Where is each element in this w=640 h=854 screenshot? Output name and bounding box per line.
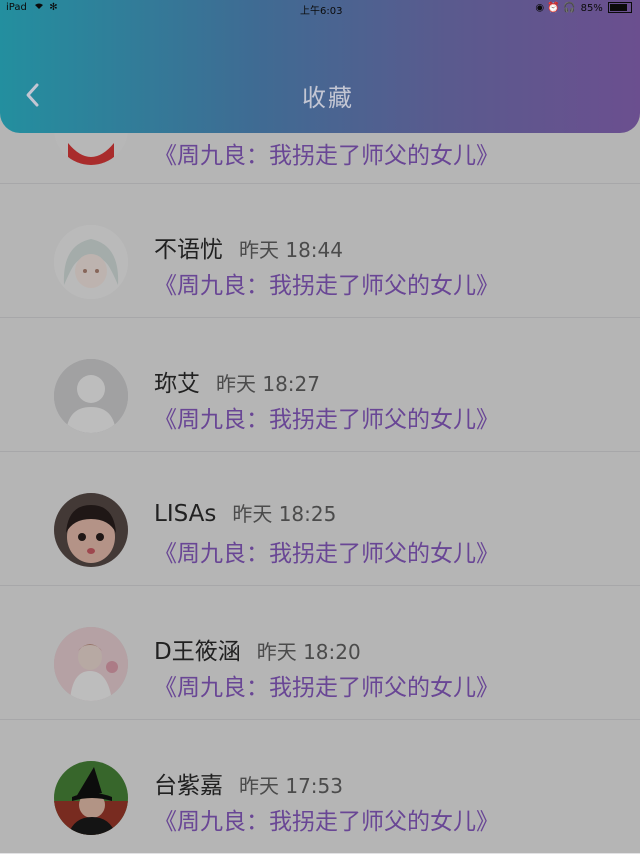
status-left: iPad ✻ [6,2,58,13]
timestamp: 昨天 18:20 [256,640,361,664]
list-item[interactable]: D王筱涵 昨天 18:20 《周九良：我拐走了师父的女儿》 [0,585,640,720]
item-title[interactable]: 《周九良：我拐走了师父的女儿》 [154,534,499,568]
avatar[interactable] [54,225,128,299]
user-name[interactable]: 台紫嘉 [154,773,223,799]
avatar[interactable] [54,761,128,835]
witch-avatar-icon [54,761,128,835]
item-title[interactable]: 《周九良：我拐走了师父的女儿》 [154,400,499,434]
timestamp: 昨天 18:27 [216,372,320,396]
user-name-row: D王筱涵 昨天 18:20 [154,632,361,666]
nav-bar: iPad ✻ 上午6:03 ◉ ⏰ 🎧 85% 收藏 [0,0,640,133]
item-title[interactable]: 《周九良：我拐走了师父的女儿》 [154,668,499,702]
child-avatar-icon [54,493,128,567]
status-right: ◉ ⏰ 🎧 85% [535,2,632,14]
battery-percent: 85% [580,2,603,14]
status-bar: iPad ✻ 上午6:03 ◉ ⏰ 🎧 85% [0,0,640,18]
timestamp: 昨天 17:53 [239,774,343,798]
avatar[interactable] [54,359,128,433]
lock-rotation-icon: ◉ [535,2,545,14]
list-item[interactable]: LISAs 昨天 18:25 《周九良：我拐走了师父的女儿》 [0,451,640,586]
list-item[interactable]: 台紫嘉 昨天 17:53 《周九良：我拐走了师父的女儿》 [0,719,640,854]
user-name[interactable]: LISAs [154,501,216,527]
wifi-icon [34,2,47,13]
page-title: 收藏 [302,84,354,112]
activity-icon: ✻ [49,2,58,13]
user-name[interactable]: 不语忧 [154,237,223,263]
battery-icon [608,2,632,13]
list-item[interactable]: 珎艾 昨天 18:27 《周九良：我拐走了师父的女儿》 [0,317,640,452]
default-avatar-icon [54,359,128,433]
user-name-row: LISAs 昨天 18:25 [154,498,336,527]
user-name[interactable]: D王筱涵 [154,639,241,665]
status-time: 上午6:03 [300,6,343,17]
timestamp: 昨天 18:25 [232,502,337,526]
item-title[interactable]: 《周九良：我拐走了师父的女儿》 [154,266,499,300]
device-label: iPad [6,2,27,13]
user-name-row: 不语忧 昨天 18:44 [154,230,343,264]
user-name-row: 台紫嘉 昨天 17:53 [154,766,343,800]
item-title[interactable]: 《周九良：我拐走了师父的女儿》 [154,136,499,170]
user-name[interactable]: 珎艾 [154,371,200,397]
timestamp: 昨天 18:44 [239,238,343,262]
list-item[interactable]: 不语忧 昨天 18:44 《周九良：我拐走了师父的女儿》 [0,183,640,318]
baby-avatar-icon [54,627,128,701]
anime-avatar-icon [54,225,128,299]
alarm-icon: ⏰ [547,2,560,14]
headphones-icon: 🎧 [562,2,576,14]
user-name-row: 珎艾 昨天 18:27 [154,364,320,398]
avatar[interactable] [54,627,128,701]
avatar[interactable] [54,493,128,567]
item-title[interactable]: 《周九良：我拐走了师父的女儿》 [154,802,499,836]
